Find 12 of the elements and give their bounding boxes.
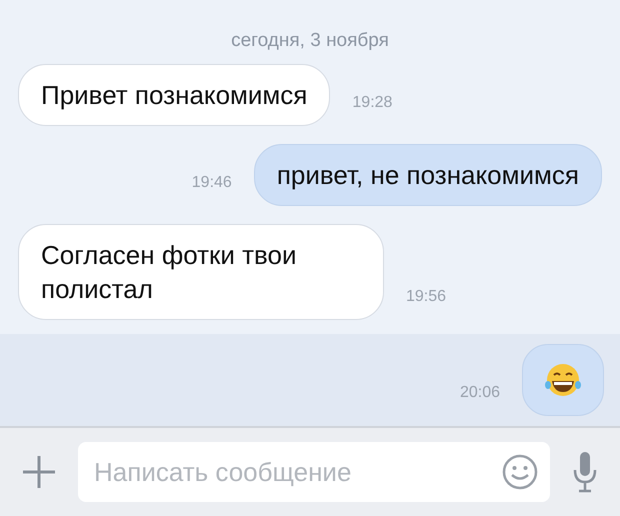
message-time: 19:46 <box>192 174 232 192</box>
message-time: 20:06 <box>460 384 500 402</box>
smiley-icon[interactable] <box>502 454 538 490</box>
date-divider: сегодня, 3 ноября <box>231 30 389 52</box>
message-time: 19:28 <box>352 94 392 112</box>
plus-icon[interactable] <box>22 455 56 489</box>
message-bubble: Согласен фотки твои полистал <box>18 224 384 320</box>
microphone-icon[interactable] <box>572 451 598 493</box>
message-bubble: Привет познакомимся <box>18 64 330 126</box>
message-input[interactable]: Написать сообщение <box>78 442 550 502</box>
message-bubble: привет, не познакомимся <box>254 144 602 206</box>
message-time: 19:56 <box>406 288 446 306</box>
